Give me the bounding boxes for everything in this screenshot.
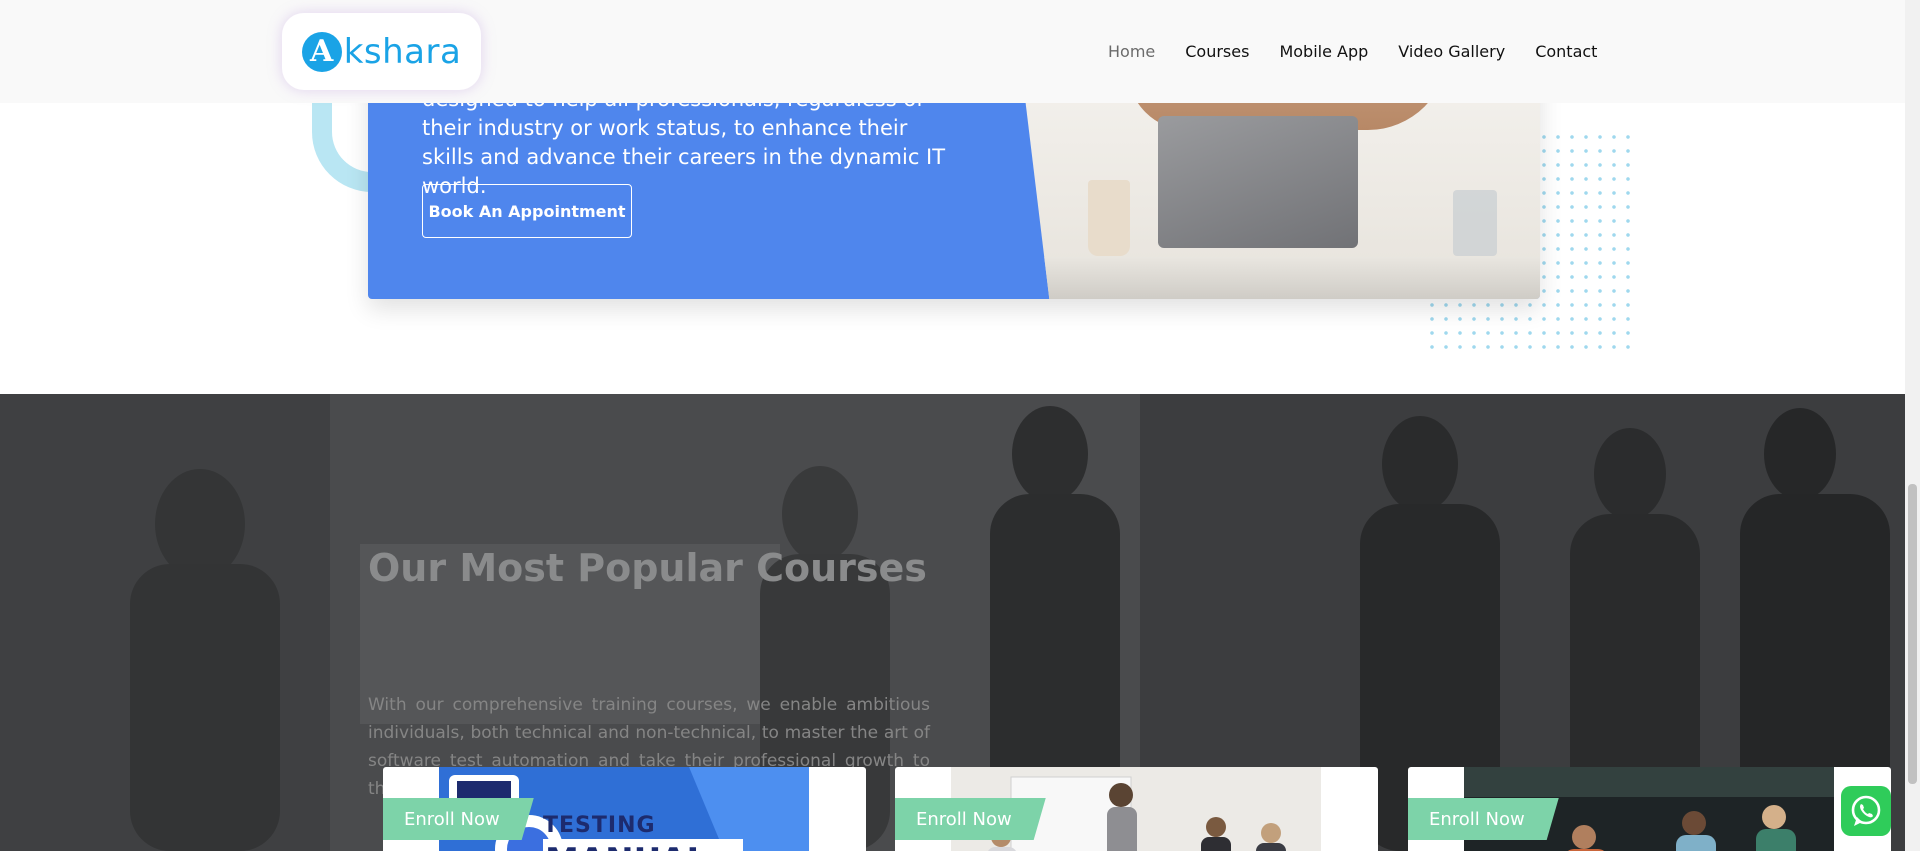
enroll-now-button[interactable]: Enroll Now (1408, 798, 1559, 840)
whatsapp-chat-button[interactable] (1841, 786, 1891, 836)
section-title: Our Most Popular Courses (368, 546, 927, 590)
course-image-caption: TESTING (543, 813, 656, 838)
nav-video-gallery[interactable]: Video Gallery (1398, 42, 1505, 61)
book-appointment-button[interactable]: Book An Appointment (422, 184, 632, 238)
nav-contact[interactable]: Contact (1535, 42, 1597, 61)
logo-mark-icon: A (301, 31, 342, 72)
site-logo[interactable]: A kshara (282, 13, 481, 90)
hero-photo-desk (1030, 257, 1540, 299)
hero-photo-mug (1088, 180, 1130, 256)
main-nav: Home Courses Mobile App Video Gallery Co… (1108, 0, 1597, 103)
course-card-classroom[interactable]: Enroll Now (895, 767, 1378, 851)
hero-photo-laptop (1158, 116, 1358, 248)
nav-home[interactable]: Home (1108, 42, 1155, 61)
course-image-caption-2: MANUAL (545, 841, 708, 851)
hero-photo-pencil-cup (1453, 190, 1497, 256)
course-card-group-study[interactable]: Enroll Now (1408, 767, 1891, 851)
enroll-now-button[interactable]: Enroll Now (383, 798, 534, 840)
course-card-testing[interactable]: TESTING MANUAL Enroll Now (383, 767, 866, 851)
site-header: A kshara Home Courses Mobile App Video G… (0, 0, 1905, 103)
logo-text: kshara (343, 31, 462, 72)
whatsapp-icon (1851, 795, 1881, 826)
nav-mobile-app[interactable]: Mobile App (1279, 42, 1368, 61)
popular-courses-section: Our Most Popular Courses With our compre… (0, 394, 1905, 851)
enroll-now-button[interactable]: Enroll Now (895, 798, 1046, 840)
nav-courses[interactable]: Courses (1185, 42, 1249, 61)
page-scrollbar[interactable] (1905, 0, 1920, 851)
scrollbar-thumb[interactable] (1908, 484, 1917, 784)
